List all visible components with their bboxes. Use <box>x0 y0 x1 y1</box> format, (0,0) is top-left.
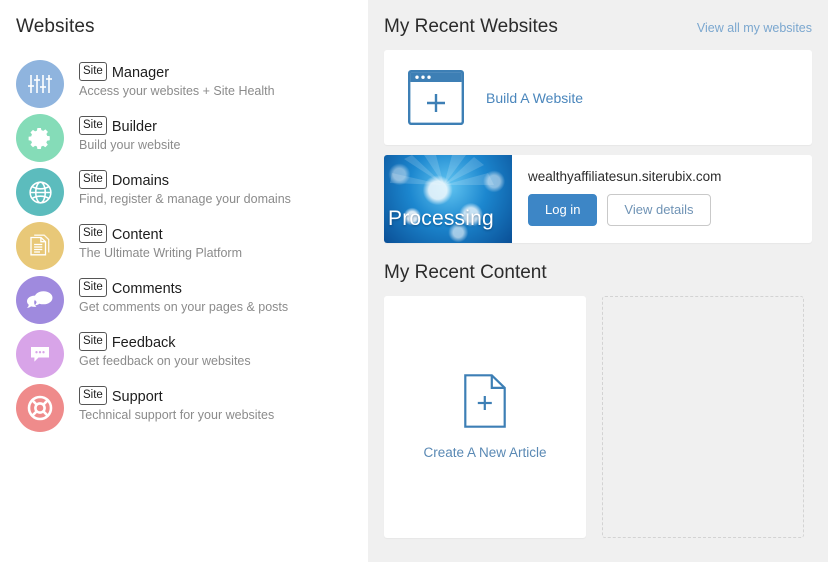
recent-content-row: Create A New Article <box>384 296 812 538</box>
sidebar-item-text: Site Support Technical support for your … <box>79 384 274 424</box>
globe-icon <box>16 168 64 216</box>
sidebar-item-text: Site Domains Find, register & manage you… <box>79 168 291 208</box>
site-badge: Site <box>79 170 107 189</box>
build-a-website-card[interactable]: Build A Website <box>384 50 812 145</box>
sidebar-item-text: Site Content The Ultimate Writing Platfo… <box>79 222 242 262</box>
sidebar-item-title: Site Domains <box>79 170 291 190</box>
sidebar-item-text: Site Builder Build your website <box>79 114 180 154</box>
documents-icon <box>16 222 64 270</box>
sidebar-item-feedback[interactable]: Site Feedback Get feedback on your websi… <box>0 324 368 378</box>
sidebar-item-title: Site Builder <box>79 116 180 136</box>
sidebar-item-text: Site Manager Access your websites + Site… <box>79 60 275 100</box>
site-badge: Site <box>79 62 107 81</box>
create-new-article-card[interactable]: Create A New Article <box>384 296 586 538</box>
sidebar-item-title: Site Feedback <box>79 332 251 352</box>
page-title: My Recent Websites <box>384 16 558 37</box>
site-badge: Site <box>79 278 107 297</box>
site-badge: Site <box>79 116 107 135</box>
sidebar-item-label: Domains <box>111 172 170 189</box>
empty-content-placeholder <box>602 296 804 538</box>
main-panel: My Recent Websites View all my websites … <box>368 0 828 562</box>
log-in-button[interactable]: Log in <box>528 194 598 226</box>
document-plus-icon <box>464 374 506 433</box>
sliders-icon <box>16 60 64 108</box>
life-ring-icon <box>16 384 64 432</box>
gear-icon <box>16 114 64 162</box>
sidebar-item-sub: Find, register & manage your domains <box>79 192 291 206</box>
chat-bubbles-icon <box>16 276 64 324</box>
sidebar-item-title: Site Content <box>79 224 242 244</box>
sidebar-item-sub: Get feedback on your websites <box>79 354 251 368</box>
sidebar-item-sub: Build your website <box>79 138 181 152</box>
sidebar-item-label: Comments <box>111 280 182 297</box>
create-new-article-label: Create A New Article <box>423 445 547 460</box>
build-a-website-label: Build A Website <box>486 89 584 106</box>
sidebar-item-manager[interactable]: Site Manager Access your websites + Site… <box>0 54 368 108</box>
sidebar-item-support[interactable]: Site Support Technical support for your … <box>0 378 368 432</box>
website-row-card: Processing wealthyaffiliatesun.siterubix… <box>384 155 812 243</box>
site-badge: Site <box>79 386 107 405</box>
website-info: wealthyaffiliatesun.siterubix.com Log in… <box>512 155 812 243</box>
site-badge: Site <box>79 224 107 243</box>
browser-plus-icon <box>408 70 464 125</box>
site-badge: Site <box>79 332 107 351</box>
sidebar-item-sub: The Ultimate Writing Platform <box>79 246 243 260</box>
website-thumbnail[interactable]: Processing <box>384 155 512 243</box>
sidebar-item-label: Feedback <box>111 334 176 351</box>
sidebar-item-sub: Access your websites + Site Health <box>79 84 275 98</box>
sidebar-item-builder[interactable]: Site Builder Build your website <box>0 108 368 162</box>
sidebar-item-text: Site Comments Get comments on your pages… <box>79 276 288 316</box>
thumbnail-status-label: Processing <box>388 207 494 230</box>
website-url: wealthyaffiliatesun.siterubix.com <box>528 169 722 184</box>
sidebar-item-domains[interactable]: Site Domains Find, register & manage you… <box>0 162 368 216</box>
sidebar-item-title: Site Support <box>79 386 274 406</box>
recent-content-title: My Recent Content <box>384 262 547 283</box>
sidebar-item-label: Content <box>111 226 163 243</box>
sidebar-item-title: Site Manager <box>79 62 275 82</box>
sidebar-item-text: Site Feedback Get feedback on your websi… <box>79 330 251 370</box>
sidebar-item-sub: Technical support for your websites <box>79 408 275 422</box>
sidebar-item-comments[interactable]: Site Comments Get comments on your pages… <box>0 270 368 324</box>
sidebar-item-label: Builder <box>111 118 157 135</box>
view-all-websites-link[interactable]: View all my websites <box>697 21 812 35</box>
speech-dots-icon <box>16 330 64 378</box>
sidebar-item-content[interactable]: Site Content The Ultimate Writing Platfo… <box>0 216 368 270</box>
website-actions: Log in View details <box>528 194 812 226</box>
sidebar-item-label: Manager <box>111 64 170 81</box>
sidebar-item-sub: Get comments on your pages & posts <box>79 300 289 314</box>
sidebar-nav-list: Site Manager Access your websites + Site… <box>0 54 368 432</box>
sidebar-item-title: Site Comments <box>79 278 288 298</box>
sidebar-item-label: Support <box>111 388 163 405</box>
app-root: Websites Site Manager Access your websit… <box>0 0 828 562</box>
sidebar: Websites Site Manager Access your websit… <box>0 0 368 562</box>
sidebar-title: Websites <box>16 16 95 37</box>
view-details-button[interactable]: View details <box>607 194 711 226</box>
panel-header: My Recent Websites View all my websites <box>384 0 812 50</box>
